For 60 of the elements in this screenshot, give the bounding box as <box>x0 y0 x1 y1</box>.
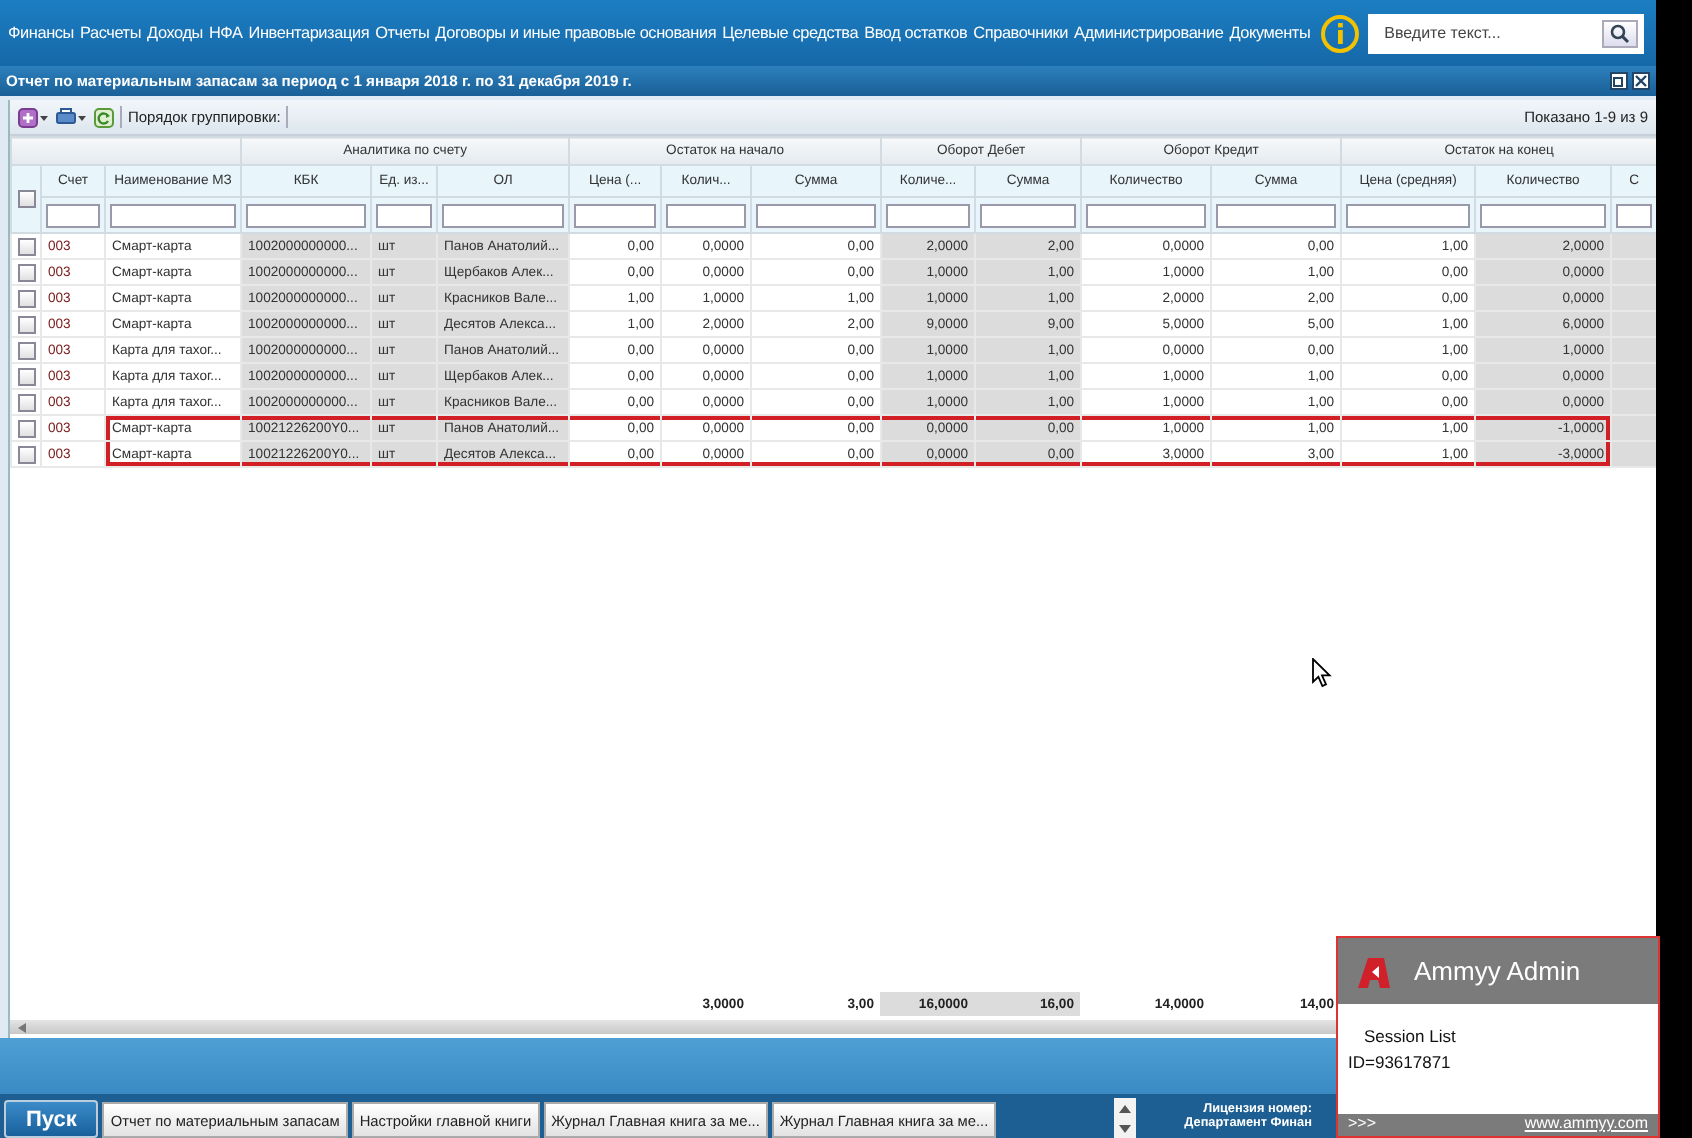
menu-item[interactable]: НФА <box>208 24 243 42</box>
menu-item[interactable]: Документы <box>1229 24 1311 42</box>
restore-icon[interactable] <box>1610 72 1628 90</box>
filter-field[interactable] <box>246 203 367 227</box>
website-link[interactable]: www.ammyy.com <box>1524 1114 1648 1136</box>
down-arrow-icon[interactable] <box>1118 1123 1133 1133</box>
filter-field[interactable] <box>1346 203 1471 227</box>
menu-item[interactable]: Финансы <box>8 24 74 42</box>
row-checkbox[interactable] <box>18 341 36 359</box>
start-button[interactable]: Пуск <box>4 1100 99 1138</box>
menu-item[interactable]: Расчеты <box>79 24 142 42</box>
filter-field[interactable] <box>980 203 1077 227</box>
row-checkbox[interactable] <box>18 289 36 307</box>
row-checkbox[interactable] <box>18 367 36 385</box>
row-checkbox[interactable] <box>18 393 36 411</box>
mouse-cursor-icon <box>1312 658 1332 688</box>
filter-field[interactable] <box>110 203 237 227</box>
menu-item[interactable]: Целевые средства <box>722 24 859 42</box>
info-icon[interactable] <box>1320 13 1361 53</box>
add-icon <box>18 107 50 127</box>
select-all-checkbox[interactable] <box>17 190 35 208</box>
taskbar-scroller[interactable] <box>1114 1098 1137 1138</box>
menu-item[interactable]: Ввод остатков <box>864 24 968 42</box>
printer-icon <box>56 107 88 127</box>
row-checkbox[interactable] <box>18 237 36 255</box>
search-icon <box>1610 23 1631 43</box>
row-checkbox[interactable] <box>18 263 36 281</box>
up-arrow-icon[interactable] <box>1118 1103 1133 1113</box>
filter-field[interactable] <box>1616 203 1653 227</box>
session-id: ID=93617871 <box>1348 1052 1453 1072</box>
row-checkbox[interactable] <box>18 445 36 463</box>
filter-field[interactable] <box>1216 203 1337 227</box>
row-checkbox[interactable] <box>18 315 36 333</box>
filter-field[interactable] <box>1480 203 1607 227</box>
filter-field[interactable] <box>666 203 747 227</box>
menu-item[interactable]: Доходы <box>147 24 203 42</box>
filter-field[interactable] <box>574 203 657 227</box>
expand-link[interactable]: >>> <box>1348 1114 1377 1136</box>
close-icon[interactable] <box>1632 72 1650 90</box>
scroll-left-icon[interactable] <box>16 1021 28 1033</box>
filter-field[interactable] <box>376 203 433 227</box>
print-button[interactable] <box>56 107 88 127</box>
search-box[interactable]: Введите текст... <box>1368 13 1645 53</box>
menu-item[interactable]: Договоры и иные правовые основания <box>435 24 717 42</box>
menu-item[interactable]: Справочники <box>973 24 1069 42</box>
menu-item[interactable]: Инвентаризация <box>248 24 370 42</box>
refresh-button[interactable] <box>94 107 114 127</box>
menu-item[interactable]: Администрирование <box>1074 24 1224 42</box>
session-list-link[interactable]: Session List <box>1364 1026 1658 1046</box>
filter-field[interactable] <box>1086 203 1207 227</box>
filter-field[interactable] <box>886 203 971 227</box>
search-button[interactable] <box>1602 19 1639 47</box>
add-button[interactable] <box>18 107 50 127</box>
filter-field[interactable] <box>46 203 100 227</box>
refresh-icon <box>94 107 114 127</box>
popup-title: Ammyy Admin <box>1414 956 1581 986</box>
filter-field[interactable] <box>756 203 877 227</box>
row-checkbox[interactable] <box>18 419 36 437</box>
menu-item[interactable]: Отчеты <box>375 24 430 42</box>
filter-field[interactable] <box>442 203 565 227</box>
